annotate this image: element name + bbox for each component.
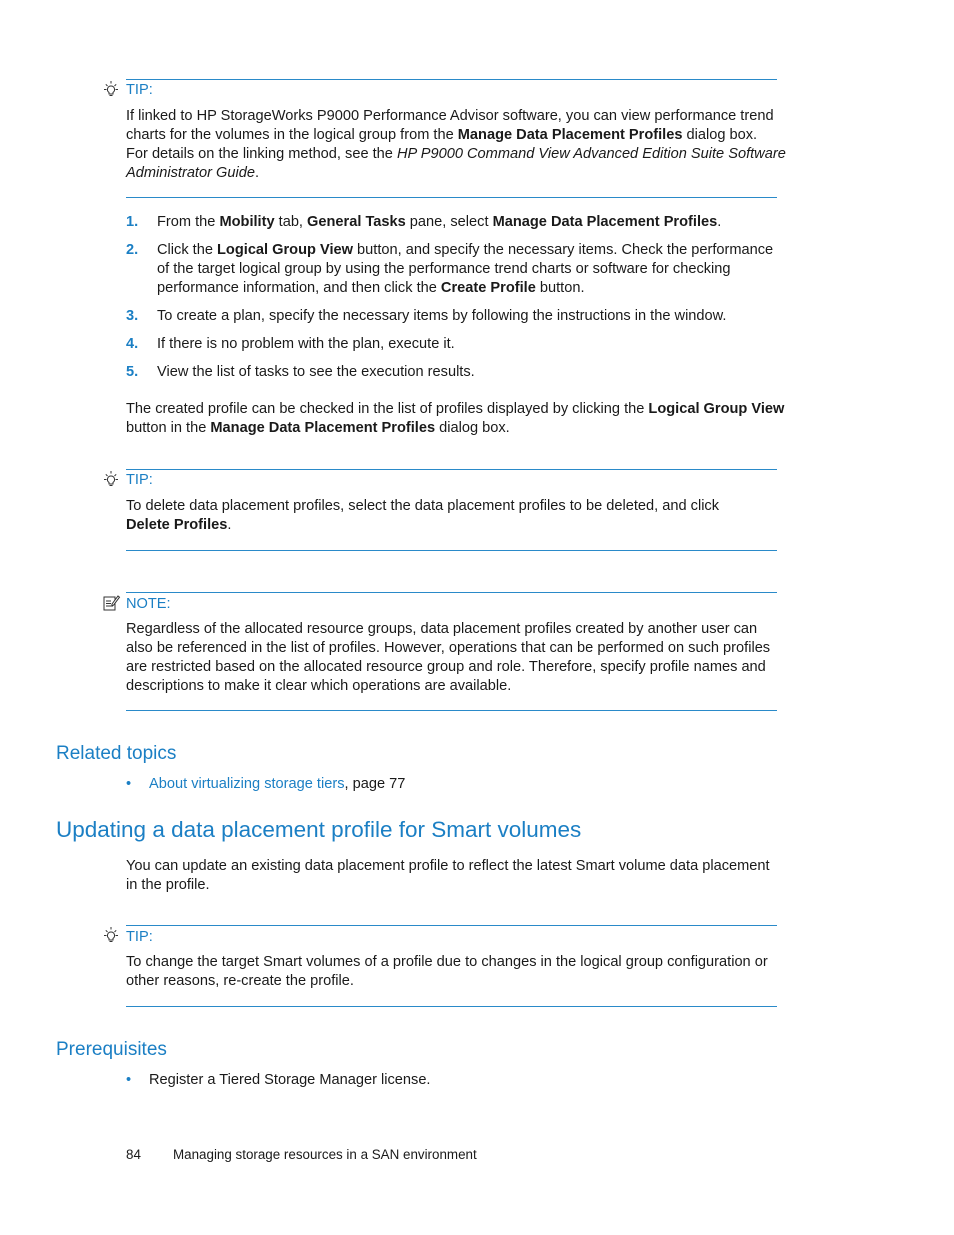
note-bottom-rule xyxy=(126,710,777,711)
section-intro: You can update an existing data placemen… xyxy=(126,858,770,893)
bullet: • xyxy=(126,776,132,792)
tip3-bottom-rule xyxy=(126,1006,777,1007)
lightbulb-icon xyxy=(104,927,118,942)
step-number: 2. xyxy=(126,242,139,258)
tip1-line: If linked to HP StorageWorks P9000 Perfo… xyxy=(126,108,774,124)
tip3-label: TIP: xyxy=(126,929,153,945)
guide-reference: HP P9000 Command View Advanced Edition S… xyxy=(396,146,786,162)
step-text: If there is no problem with the plan, ex… xyxy=(157,336,455,352)
note-body: Regardless of the allocated resource gro… xyxy=(126,621,771,694)
note-pencil-icon xyxy=(103,595,121,611)
tip1-line: Administrator Guide. xyxy=(126,165,260,181)
ui-reference: Manage Data Placement Profiles xyxy=(457,127,683,143)
tip1-body: If linked to HP StorageWorks P9000 Perfo… xyxy=(126,107,796,183)
tip2-top-rule xyxy=(126,469,777,470)
step-number: 1. xyxy=(126,214,139,230)
lightbulb-icon xyxy=(104,81,118,96)
tip3-top-rule xyxy=(126,925,777,926)
created-profile-paragraph: The created profile can be checked in th… xyxy=(126,401,785,436)
related-topic-link[interactable]: About virtualizing storage tiers xyxy=(149,776,345,792)
related-topic-item: About virtualizing storage tiers, page 7… xyxy=(149,776,406,792)
guide-reference: Administrator Guide xyxy=(126,165,255,181)
step-text: From the Mobility tab, General Tasks pan… xyxy=(157,214,722,230)
step-text: To create a plan, specify the necessary … xyxy=(157,308,727,324)
step-number: 3. xyxy=(126,308,139,324)
tip2-bottom-rule xyxy=(126,550,777,551)
note-top-rule xyxy=(126,592,777,593)
tip1-bottom-rule xyxy=(126,197,777,198)
tip1-top-rule xyxy=(126,79,777,80)
bullet: • xyxy=(126,1072,132,1088)
footer-title: Managing storage resources in a SAN envi… xyxy=(173,1147,477,1162)
step-number: 5. xyxy=(126,364,139,380)
tip2-body: To delete data placement profiles, selec… xyxy=(126,498,720,533)
tip2-label: TIP: xyxy=(126,472,153,488)
tip1-line: charts for the volumes in the logical gr… xyxy=(126,127,758,143)
ui-reference: Delete Profiles xyxy=(126,517,228,533)
tip1-line: For details on the linking method, see t… xyxy=(126,146,786,162)
tip1-label: TIP: xyxy=(126,82,153,98)
related-topics-heading: Related topics xyxy=(56,743,177,764)
step-number: 4. xyxy=(126,336,139,352)
prerequisites-heading: Prerequisites xyxy=(56,1039,167,1060)
note-label: NOTE: xyxy=(126,596,171,612)
section-title: Updating a data placement profile for Sm… xyxy=(56,817,582,842)
step-text: View the list of tasks to see the execut… xyxy=(157,364,475,380)
page-number: 84 xyxy=(126,1147,141,1162)
prerequisite-item: Register a Tiered Storage Manager licens… xyxy=(149,1072,431,1088)
lightbulb-icon xyxy=(104,471,118,486)
step-text: Click the Logical Group View button, and… xyxy=(157,242,774,296)
tip3-body: To change the target Smart volumes of a … xyxy=(126,954,768,989)
